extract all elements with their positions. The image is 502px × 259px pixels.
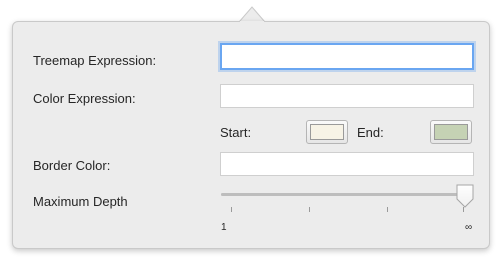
color-expression-label: Color Expression:: [33, 91, 136, 106]
color-expression-input[interactable]: [220, 84, 474, 108]
border-color-input[interactable]: [220, 152, 474, 176]
start-color-label: Start:: [220, 125, 252, 140]
maximum-depth-label: Maximum Depth: [33, 194, 128, 209]
maximum-depth-slider[interactable]: [221, 193, 469, 196]
slider-fill: [221, 193, 469, 196]
end-color-label: End:: [357, 125, 384, 140]
depth-min-label: 1: [221, 222, 227, 233]
slider-tick: [309, 207, 310, 212]
arrow-seam: [240, 21, 264, 23]
treemap-expression-input[interactable]: [220, 43, 474, 70]
depth-max-label: ∞: [465, 222, 473, 233]
slider-tick: [231, 207, 232, 212]
border-color-label: Border Color:: [33, 158, 111, 173]
end-color-swatch: [434, 124, 468, 140]
slider-thumb[interactable]: [455, 183, 475, 209]
start-color-well[interactable]: [306, 120, 348, 144]
start-color-swatch: [310, 124, 344, 140]
treemap-expression-label: Treemap Expression:: [33, 53, 157, 68]
end-color-well[interactable]: [430, 120, 472, 144]
slider-tick: [387, 207, 388, 212]
